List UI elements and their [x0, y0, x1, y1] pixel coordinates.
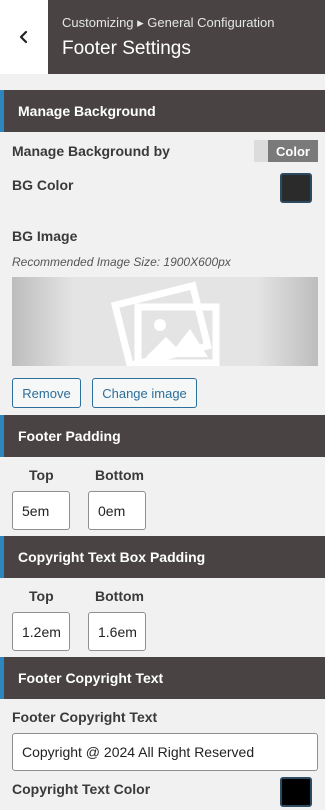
breadcrumb: Customizing ▸ General Configuration [62, 15, 275, 30]
bg-color-label: BG Color [12, 177, 74, 193]
copyright-color-swatch[interactable] [280, 777, 312, 807]
chevron-left-icon [19, 30, 28, 44]
copyright-padding-top-input[interactable]: 1.2em [12, 612, 70, 651]
section-heading: Manage Background [18, 103, 156, 119]
copyright-padding-bottom-input[interactable]: 1.6em [88, 612, 146, 651]
change-image-button[interactable]: Change image [92, 378, 197, 408]
section-header-copyright-padding[interactable]: Copyright Text Box Padding [0, 536, 325, 578]
toggle-selected-option: Color [268, 140, 318, 162]
copyright-padding-top-label: Top [29, 588, 54, 604]
bg-image-hint: Recommended Image Size: 1900X600px [12, 255, 231, 269]
copyright-padding-bottom-label: Bottom [95, 588, 144, 604]
manage-background-label: Manage Background by [12, 143, 170, 159]
section-header-copyright-text[interactable]: Footer Copyright Text [0, 657, 325, 699]
back-button[interactable] [0, 0, 48, 74]
section-heading: Footer Copyright Text [18, 670, 164, 686]
footer-padding-top-input[interactable]: 5em [12, 491, 70, 530]
footer-padding-top-label: Top [29, 467, 54, 483]
section-header-footer-padding[interactable]: Footer Padding [0, 415, 325, 457]
section-header-manage-background[interactable]: Manage Background [0, 90, 325, 132]
section-heading: Copyright Text Box Padding [18, 549, 206, 565]
remove-image-button[interactable]: Remove [12, 378, 81, 408]
manage-background-toggle[interactable]: Color [254, 140, 318, 162]
copyright-text-label: Footer Copyright Text [12, 709, 158, 725]
bg-color-swatch[interactable] [280, 173, 312, 203]
customizer-header: Customizing ▸ General Configuration Foot… [0, 0, 325, 74]
copyright-text-input[interactable]: Copyright @ 2024 All Right Reserved [12, 733, 318, 771]
bg-image-preview[interactable] [12, 277, 318, 366]
image-placeholder-icon [110, 281, 220, 366]
footer-padding-bottom-label: Bottom [95, 467, 144, 483]
footer-padding-bottom-input[interactable]: 0em [88, 491, 146, 530]
section-heading: Footer Padding [18, 428, 121, 444]
page-title: Footer Settings [62, 38, 191, 59]
copyright-color-label: Copyright Text Color [12, 781, 151, 797]
bg-image-label: BG Image [12, 228, 78, 244]
